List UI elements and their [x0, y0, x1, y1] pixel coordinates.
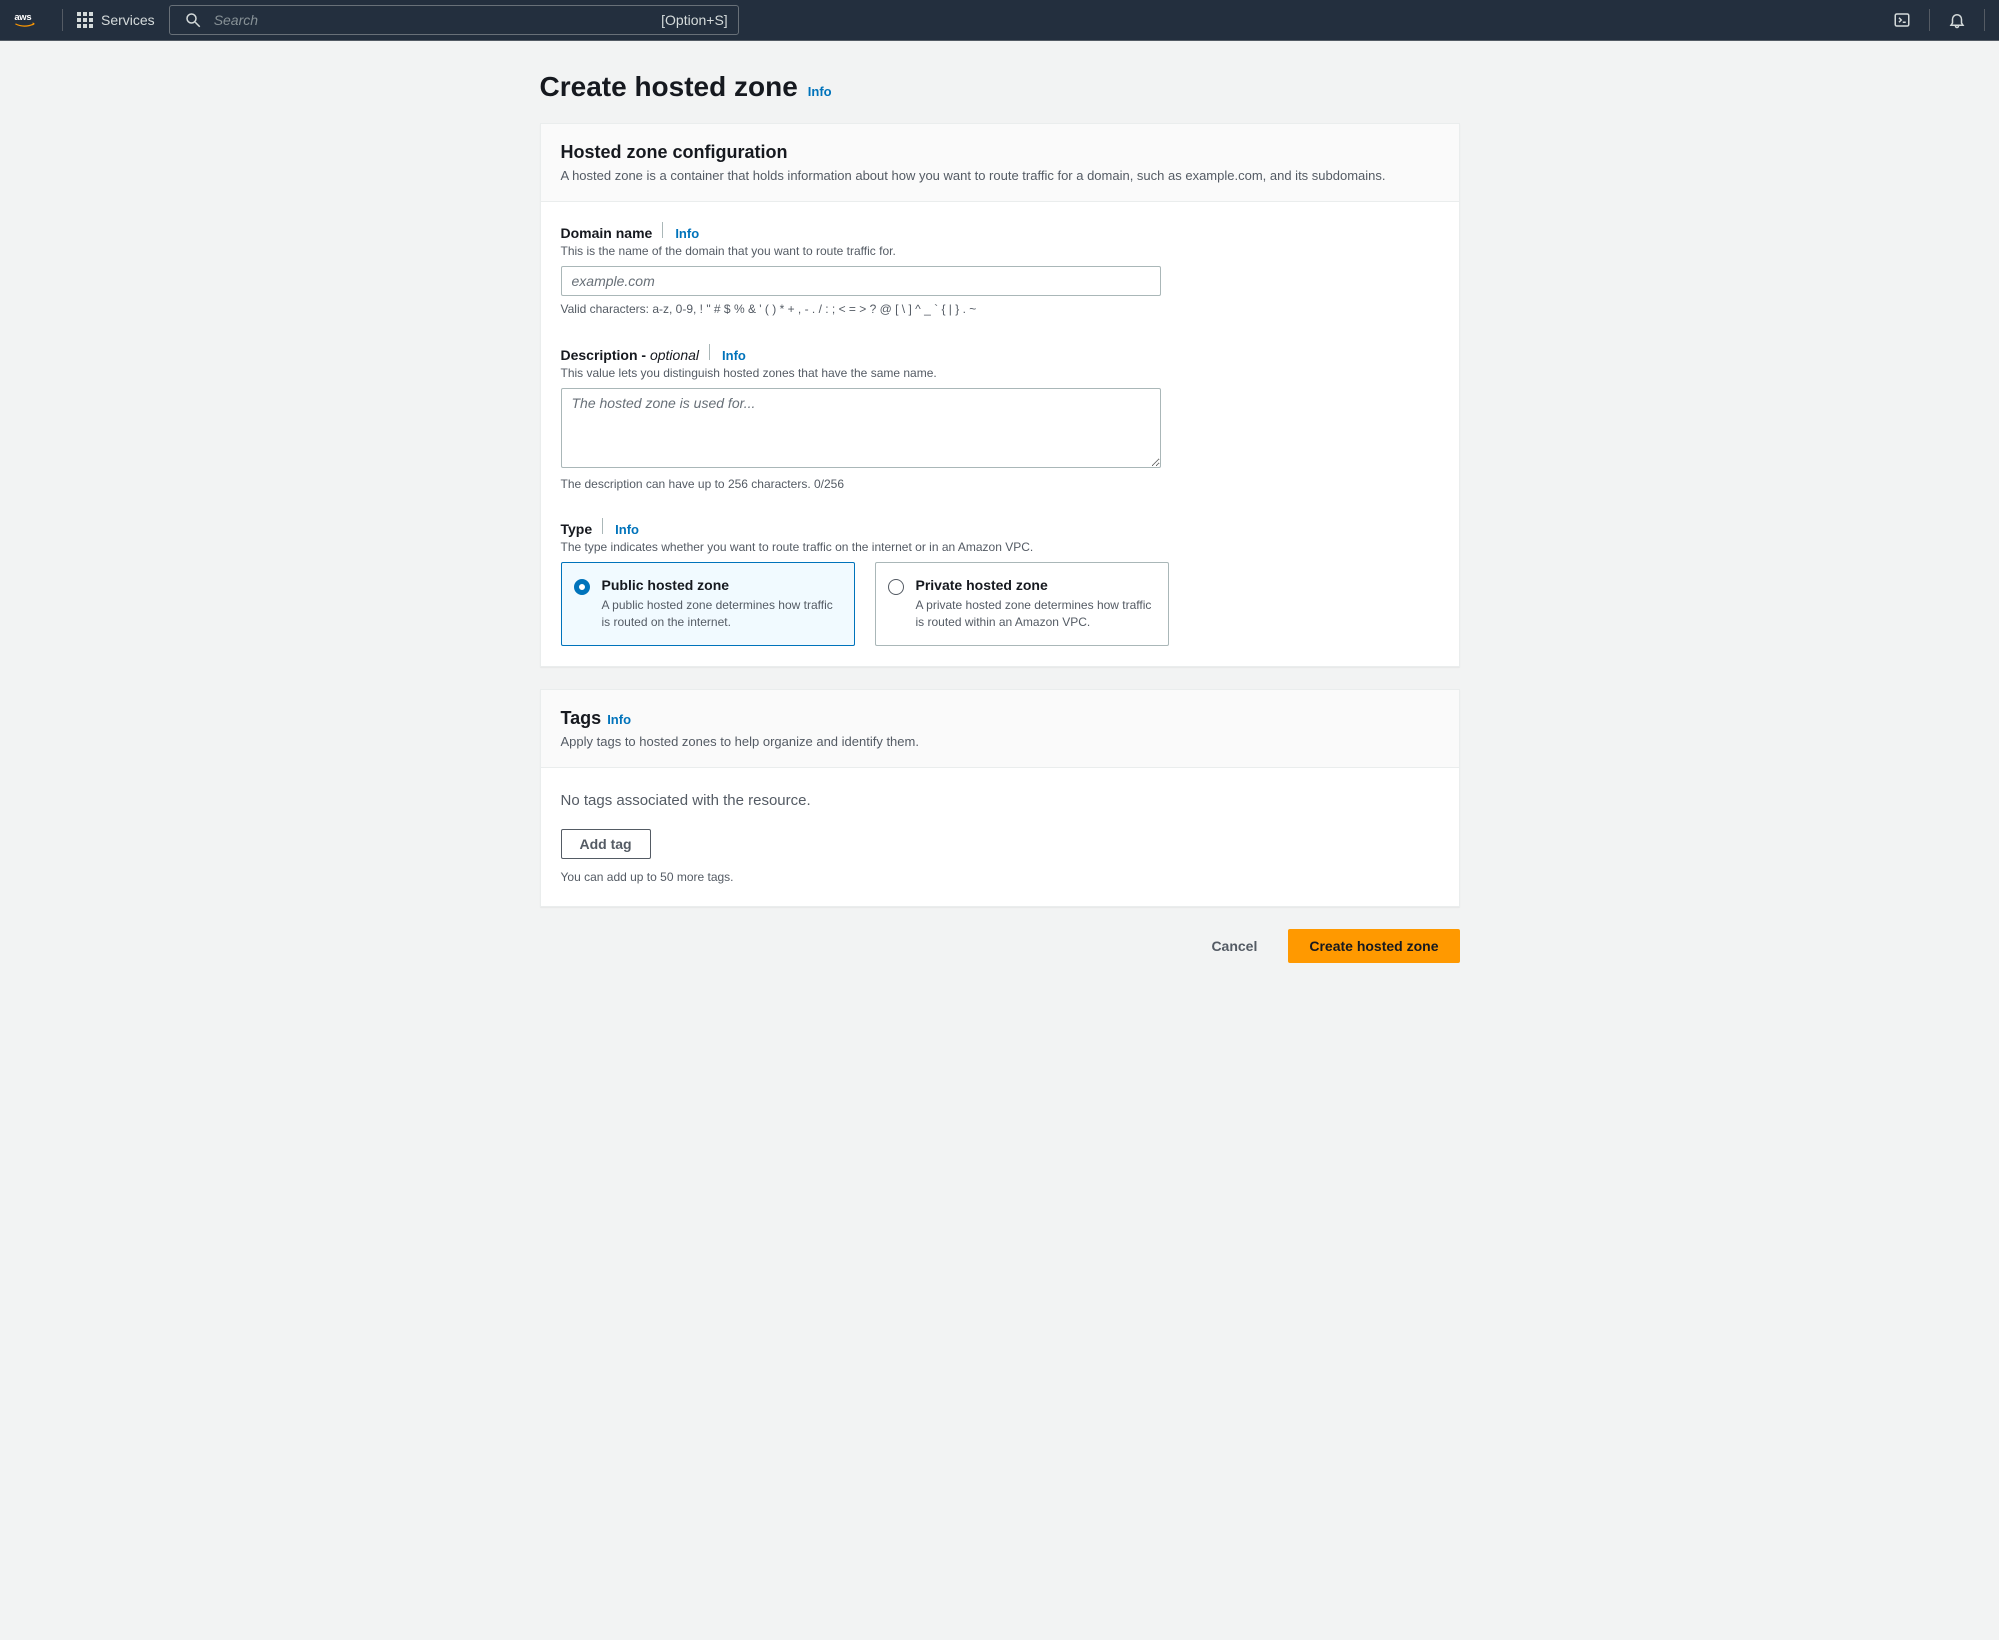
global-search[interactable]: [Option+S] [169, 5, 739, 35]
grid-icon [77, 12, 93, 28]
tags-panel-header: Tags Info Apply tags to hosted zones to … [541, 690, 1459, 768]
config-panel-title: Hosted zone configuration [561, 142, 1439, 163]
tags-title: Tags [561, 708, 602, 729]
services-label: Services [101, 12, 155, 28]
tags-help: You can add up to 50 more tags. [561, 869, 1439, 886]
type-desc: The type indicates whether you want to r… [561, 539, 1439, 556]
radio-selected-icon [574, 579, 590, 595]
type-public-desc: A public hosted zone determines how traf… [602, 597, 840, 631]
nav-divider [62, 9, 63, 31]
tags-info-link[interactable]: Info [607, 712, 631, 727]
services-menu[interactable]: Services [77, 12, 155, 28]
action-row: Cancel Create hosted zone [540, 929, 1460, 963]
description-input[interactable] [561, 388, 1161, 468]
nav-divider [1984, 9, 1985, 31]
aws-logo[interactable]: aws [14, 10, 48, 30]
domain-name-label: Domain name [561, 225, 653, 241]
type-public-title: Public hosted zone [602, 577, 840, 593]
search-input[interactable] [214, 12, 653, 28]
add-tag-button[interactable]: Add tag [561, 829, 651, 859]
type-public-tile[interactable]: Public hosted zone A public hosted zone … [561, 562, 855, 646]
domain-name-desc: This is the name of the domain that you … [561, 243, 1439, 260]
create-hosted-zone-button[interactable]: Create hosted zone [1288, 929, 1459, 963]
type-info-link[interactable]: Info [615, 522, 639, 537]
nav-divider [1929, 9, 1930, 31]
type-private-desc: A private hosted zone determines how tra… [916, 597, 1154, 631]
config-panel-header: Hosted zone configuration A hosted zone … [541, 124, 1459, 202]
tags-panel: Tags Info Apply tags to hosted zones to … [540, 689, 1460, 907]
type-private-tile[interactable]: Private hosted zone A private hosted zon… [875, 562, 1169, 646]
radio-unselected-icon [888, 579, 904, 595]
page-info-link[interactable]: Info [808, 84, 832, 99]
aws-logo-icon: aws [14, 10, 48, 30]
notifications-icon[interactable] [1944, 7, 1970, 33]
domain-name-field: Domain name Info This is the name of the… [561, 222, 1439, 318]
page-title-row: Create hosted zone Info [540, 71, 1460, 103]
domain-name-input[interactable] [561, 266, 1161, 296]
type-private-title: Private hosted zone [916, 577, 1154, 593]
tags-empty-text: No tags associated with the resource. [561, 792, 1439, 809]
cancel-button[interactable]: Cancel [1190, 929, 1278, 963]
description-desc: This value lets you distinguish hosted z… [561, 365, 1439, 382]
page-title: Create hosted zone [540, 71, 798, 103]
description-help: The description can have up to 256 chara… [561, 476, 1439, 493]
description-info-link[interactable]: Info [722, 348, 746, 363]
top-nav: aws Services [Option+S] [0, 0, 1999, 41]
domain-info-link[interactable]: Info [675, 226, 699, 241]
svg-text:aws: aws [14, 12, 31, 23]
tags-subtitle: Apply tags to hosted zones to help organ… [561, 733, 1439, 751]
config-panel-subtitle: A hosted zone is a container that holds … [561, 167, 1439, 185]
domain-name-help: Valid characters: a-z, 0-9, ! " # $ % & … [561, 301, 1439, 318]
type-label: Type [561, 521, 593, 537]
cloudshell-icon[interactable] [1889, 7, 1915, 33]
type-field: Type Info The type indicates whether you… [561, 518, 1439, 645]
search-shortcut: [Option+S] [661, 12, 728, 28]
description-field: Description - optional Info This value l… [561, 344, 1439, 493]
description-label: Description - optional [561, 347, 700, 363]
config-panel: Hosted zone configuration A hosted zone … [540, 123, 1460, 667]
search-icon [180, 7, 206, 33]
